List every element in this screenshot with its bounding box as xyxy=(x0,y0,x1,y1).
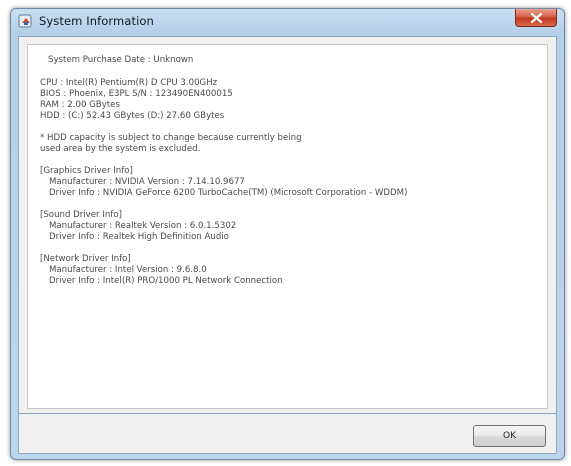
close-button[interactable] xyxy=(515,9,557,27)
graphics-manufacturer-line: Manufacturer : NVIDIA Version : 7.14.10.… xyxy=(49,177,245,187)
sound-manufacturer-line: Manufacturer : Realtek Version : 6.0.1.5… xyxy=(49,221,237,231)
system-info-icon xyxy=(18,13,34,29)
sound-driver-header: [Sound Driver Info] xyxy=(40,210,122,220)
hdd-line: HDD : (C:) 52.43 GBytes (D:) 27.60 GByte… xyxy=(40,111,225,121)
sound-driver-line: Driver Info : Realtek High Definition Au… xyxy=(49,232,229,242)
bios-line: BIOS : Phoenix, E3PL S/N : 123490EN40001… xyxy=(40,89,233,99)
ok-button[interactable]: OK xyxy=(473,425,546,447)
system-information-window: System Information System Purchase Date … xyxy=(10,8,565,460)
title-bar[interactable]: System Information xyxy=(11,9,564,33)
ram-line: RAM : 2.00 GBytes xyxy=(40,100,120,110)
hdd-note-line-2: used area by the system is excluded. xyxy=(40,144,201,154)
system-info-text-area[interactable]: System Purchase Date : Unknown CPU : Int… xyxy=(27,44,548,409)
network-driver-line: Driver Info : Intel(R) PRO/1000 PL Netwo… xyxy=(49,276,283,286)
graphics-driver-line: Driver Info : NVIDIA GeForce 6200 TurboC… xyxy=(49,188,408,198)
close-icon xyxy=(531,13,542,23)
hdd-note-line-1: * HDD capacity is subject to change beca… xyxy=(40,133,302,143)
dialog-body: System Purchase Date : Unknown CPU : Int… xyxy=(18,36,557,414)
window-title: System Information xyxy=(39,14,154,28)
dialog-footer: OK xyxy=(18,414,557,454)
graphics-driver-header: [Graphics Driver Info] xyxy=(40,166,133,176)
network-manufacturer-line: Manufacturer : Intel Version : 9.6.8.0 xyxy=(49,265,207,275)
cpu-line: CPU : Intel(R) Pentium(R) D CPU 3.00GHz xyxy=(40,78,218,88)
purchase-date-line: System Purchase Date : Unknown xyxy=(48,55,194,65)
network-driver-header: [Network Driver Info] xyxy=(40,254,131,264)
